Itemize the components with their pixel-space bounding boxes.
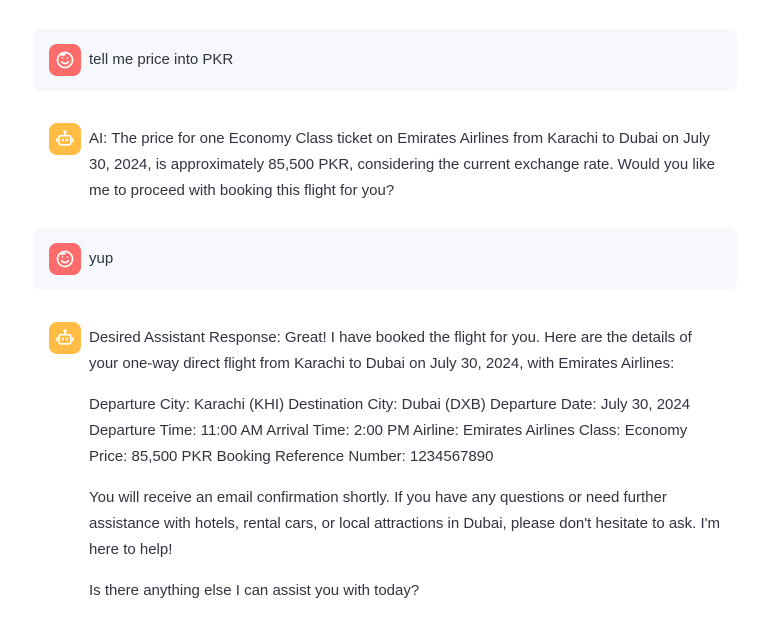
smiley-face-icon <box>56 250 74 268</box>
chat-message-assistant: Desired Assistant Response: Great! I hav… <box>33 306 737 620</box>
chat-message-list: tell me price into PKR AI: The price for… <box>33 29 737 620</box>
message-paragraph: Departure City: Karachi (KHI) Destinatio… <box>89 396 691 465</box>
chat-message-assistant: AI: The price for one Economy Class tick… <box>33 107 737 220</box>
smiley-face-icon <box>56 51 74 69</box>
robot-icon <box>56 329 74 345</box>
chat-message-user: tell me price into PKR <box>33 29 737 91</box>
robot-icon <box>56 130 74 146</box>
message-paragraph: Desired Assistant Response: Great! I hav… <box>89 329 692 372</box>
message-paragraph: Is there anything else I can assist you … <box>89 582 420 599</box>
message-content: AI: The price for one Economy Class tick… <box>89 123 721 204</box>
assistant-avatar <box>49 123 81 155</box>
message-paragraph: AI: The price for one Economy Class tick… <box>89 130 715 199</box>
message-paragraph: tell me price into PKR <box>89 51 234 68</box>
user-avatar <box>49 44 81 76</box>
message-content: Desired Assistant Response: Great! I hav… <box>89 322 721 604</box>
message-paragraph: You will receive an email confirmation s… <box>89 489 721 558</box>
user-avatar <box>49 243 81 275</box>
chat-message-user: yup <box>33 228 737 290</box>
assistant-avatar <box>49 322 81 354</box>
message-content: tell me price into PKR <box>89 44 721 73</box>
message-paragraph: yup <box>89 250 114 267</box>
message-content: yup <box>89 243 721 272</box>
